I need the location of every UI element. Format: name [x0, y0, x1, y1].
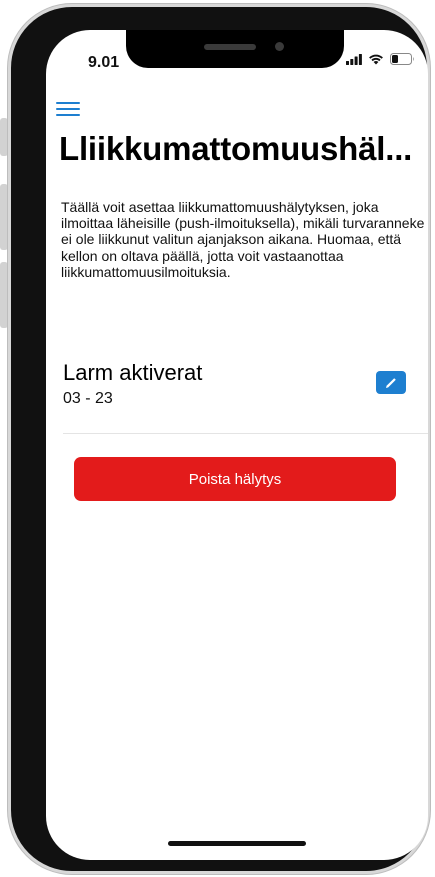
delete-alarm-button[interactable]: Poista hälytys	[74, 457, 396, 501]
status-time: 9.01	[88, 54, 120, 71]
phone-frame: 9.01 Lliikkumattomuushäl... Täällä voit …	[8, 4, 430, 874]
hamburger-menu-icon[interactable]	[56, 101, 80, 117]
camera-icon	[275, 42, 284, 51]
pencil-icon	[386, 377, 396, 388]
home-indicator[interactable]	[168, 841, 306, 846]
signal-icon	[346, 53, 362, 65]
wifi-icon	[369, 54, 383, 65]
battery-icon	[390, 53, 414, 65]
alarm-status-label: Larm aktiverat	[63, 360, 203, 385]
speaker-grille	[204, 44, 256, 50]
notch	[126, 30, 344, 68]
mute-switch	[0, 118, 8, 156]
app-screen: 9.01 Lliikkumattomuushäl... Täällä voit …	[46, 30, 428, 860]
page-title: Lliikkumattomuushäl...	[59, 130, 413, 167]
divider	[63, 433, 428, 434]
description-text: Täällä voit asettaa liikkumattomuushälyt…	[61, 199, 425, 280]
alarm-time-range: 03 - 23	[63, 390, 113, 407]
edit-alarm-button[interactable]	[376, 371, 406, 394]
volume-down-button	[0, 262, 8, 328]
status-icons	[346, 53, 415, 65]
volume-up-button	[0, 184, 8, 250]
alarm-setting-row: Larm aktiverat 03 - 23	[46, 354, 428, 434]
